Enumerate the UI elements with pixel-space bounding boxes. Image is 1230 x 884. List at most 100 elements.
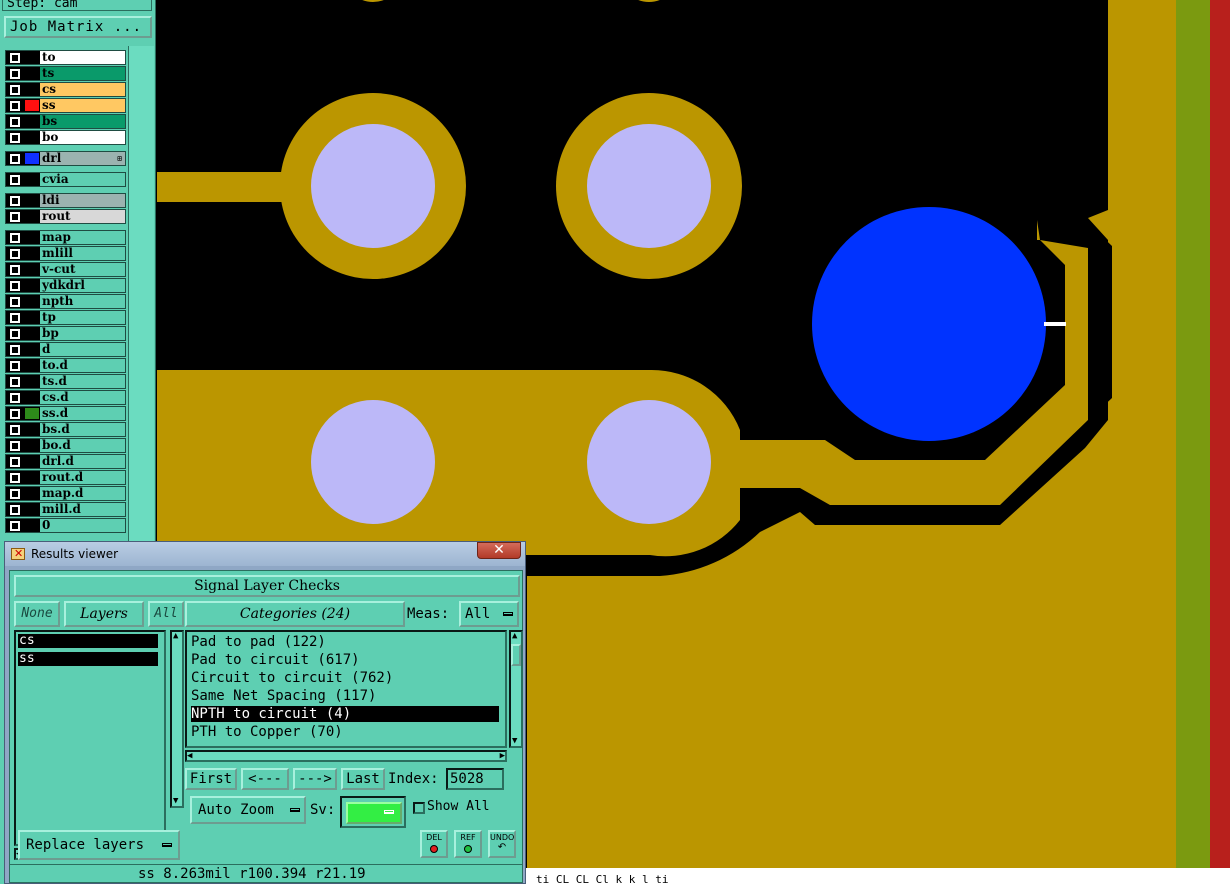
- layer-row-cs.d[interactable]: cs.d: [5, 390, 126, 405]
- layer-row-map[interactable]: map: [5, 230, 126, 245]
- layer-checkbox[interactable]: [10, 505, 20, 515]
- layers-button[interactable]: Layers: [64, 601, 144, 627]
- layer-name[interactable]: mlill: [40, 247, 125, 260]
- layer-name[interactable]: ss: [40, 99, 125, 112]
- layer-name[interactable]: ydkdrl: [40, 279, 125, 292]
- layer-row-cvia[interactable]: cvia: [5, 172, 126, 187]
- layer-color-swatch[interactable]: [25, 472, 39, 483]
- layer-color-swatch[interactable]: [25, 153, 39, 164]
- layer-checkbox[interactable]: [10, 101, 20, 111]
- layer-name[interactable]: mill.d: [40, 503, 125, 516]
- job-matrix-button[interactable]: Job Matrix ...: [4, 16, 152, 38]
- scroll-left-icon[interactable]: ◀: [187, 752, 192, 761]
- layer-name[interactable]: map.d: [40, 487, 125, 500]
- layer-color-swatch[interactable]: [25, 264, 39, 275]
- layer-checkbox[interactable]: [10, 345, 20, 355]
- layer-row-cs[interactable]: cs: [5, 82, 126, 97]
- layer-color-swatch[interactable]: [25, 488, 39, 499]
- layer-name[interactable]: bs.d: [40, 423, 125, 436]
- layer-color-swatch[interactable]: [25, 52, 39, 63]
- layer-checkbox[interactable]: [10, 154, 20, 164]
- layer-color-swatch[interactable]: [25, 296, 39, 307]
- layer-checkbox[interactable]: [10, 53, 20, 63]
- layer-row-rout.d[interactable]: rout.d: [5, 470, 126, 485]
- layer-row-rout[interactable]: rout: [5, 209, 126, 224]
- layer-row-to.d[interactable]: to.d: [5, 358, 126, 373]
- layers-vertical-scrollbar[interactable]: ▲ ▼: [170, 630, 184, 808]
- layer-checkbox[interactable]: [10, 313, 20, 323]
- layer-row-to[interactable]: to: [5, 50, 126, 65]
- layer-checkbox[interactable]: [10, 441, 20, 451]
- category-item[interactable]: Circuit to circuit (762): [191, 670, 499, 686]
- scroll-right-icon[interactable]: ▶: [500, 752, 505, 761]
- categories-vertical-scrollbar[interactable]: ▲ ▼: [509, 630, 523, 748]
- layer-row-ydkdrl[interactable]: ydkdrl: [5, 278, 126, 293]
- layer-name[interactable]: rout: [40, 210, 125, 223]
- layer-color-swatch[interactable]: [25, 312, 39, 323]
- layer-row-ss.d[interactable]: ss.d: [5, 406, 126, 421]
- layer-name[interactable]: ts: [40, 67, 125, 80]
- layer-checkbox[interactable]: [10, 265, 20, 275]
- layer-checkbox[interactable]: [10, 249, 20, 259]
- layer-checkbox[interactable]: [10, 377, 20, 387]
- layers-list-item[interactable]: ss: [18, 652, 158, 666]
- scroll-up-icon[interactable]: ▲: [512, 632, 517, 641]
- layer-color-swatch[interactable]: [25, 211, 39, 222]
- layer-color-swatch[interactable]: [25, 248, 39, 259]
- layer-name[interactable]: bo: [40, 131, 125, 144]
- layer-name[interactable]: d: [40, 343, 125, 356]
- layer-name[interactable]: bo.d: [40, 439, 125, 452]
- all-layers-button[interactable]: All: [148, 601, 184, 627]
- close-button[interactable]: ✕: [477, 542, 521, 559]
- layer-row-drl.d[interactable]: drl.d: [5, 454, 126, 469]
- category-item[interactable]: NPTH to circuit (4): [191, 706, 499, 722]
- layer-checkbox[interactable]: [10, 133, 20, 143]
- layer-row-npth[interactable]: npth: [5, 294, 126, 309]
- scroll-down-icon[interactable]: ▼: [512, 737, 517, 746]
- layer-color-swatch[interactable]: [25, 116, 39, 127]
- layer-checkbox[interactable]: [10, 85, 20, 95]
- layer-name[interactable]: bs: [40, 115, 125, 128]
- meas-dropdown[interactable]: All: [459, 601, 519, 627]
- layer-color-swatch[interactable]: [25, 68, 39, 79]
- layers-listbox[interactable]: cs ss: [14, 630, 166, 846]
- layer-checkbox[interactable]: [10, 297, 20, 307]
- layer-row-mlill[interactable]: mlill: [5, 246, 126, 261]
- sv-color-swatch[interactable]: [346, 802, 402, 824]
- layer-checkbox[interactable]: [10, 233, 20, 243]
- layer-color-swatch[interactable]: [25, 520, 39, 531]
- category-item[interactable]: Pad to circuit (617): [191, 652, 499, 668]
- replace-layers-dropdown[interactable]: Replace layers: [18, 830, 180, 860]
- previous-button[interactable]: <---: [241, 768, 289, 790]
- layer-checkbox[interactable]: [10, 489, 20, 499]
- layer-row-v-cut[interactable]: v-cut: [5, 262, 126, 277]
- none-button[interactable]: None: [14, 601, 60, 627]
- layer-checkbox[interactable]: [10, 329, 20, 339]
- layer-row-bo.d[interactable]: bo.d: [5, 438, 126, 453]
- layer-row-d[interactable]: d: [5, 342, 126, 357]
- layer-checkbox[interactable]: [10, 69, 20, 79]
- reference-button[interactable]: REF: [454, 830, 482, 858]
- categories-listbox[interactable]: Pad to pad (122) Pad to circuit (617) Circ…: [185, 630, 507, 748]
- categories-button[interactable]: Categories (24): [185, 601, 405, 627]
- categories-horizontal-scrollbar[interactable]: ◀ ▶: [185, 750, 507, 762]
- category-item[interactable]: PTH to Copper (70): [191, 724, 499, 740]
- next-button[interactable]: --->: [293, 768, 337, 790]
- scroll-up-icon[interactable]: ▲: [173, 632, 178, 641]
- layer-row-ts[interactable]: ts: [5, 66, 126, 81]
- category-item[interactable]: Pad to pad (122): [191, 634, 499, 650]
- layer-name[interactable]: v-cut: [40, 263, 125, 276]
- index-input[interactable]: 5028: [446, 768, 504, 790]
- layer-name[interactable]: drl: [40, 152, 125, 165]
- first-button[interactable]: First: [185, 768, 237, 790]
- layer-color-swatch[interactable]: [25, 344, 39, 355]
- layer-row-bp[interactable]: bp: [5, 326, 126, 341]
- scroll-thumb[interactable]: [511, 644, 521, 666]
- layer-checkbox[interactable]: [10, 473, 20, 483]
- layer-row-bo[interactable]: bo: [5, 130, 126, 145]
- npth-highlight[interactable]: [812, 207, 1046, 441]
- undo-button[interactable]: UNDO ↶: [488, 830, 516, 858]
- layer-checkbox[interactable]: [10, 393, 20, 403]
- category-item[interactable]: Same Net Spacing (117): [191, 688, 499, 704]
- layer-row-bs.d[interactable]: bs.d: [5, 422, 126, 437]
